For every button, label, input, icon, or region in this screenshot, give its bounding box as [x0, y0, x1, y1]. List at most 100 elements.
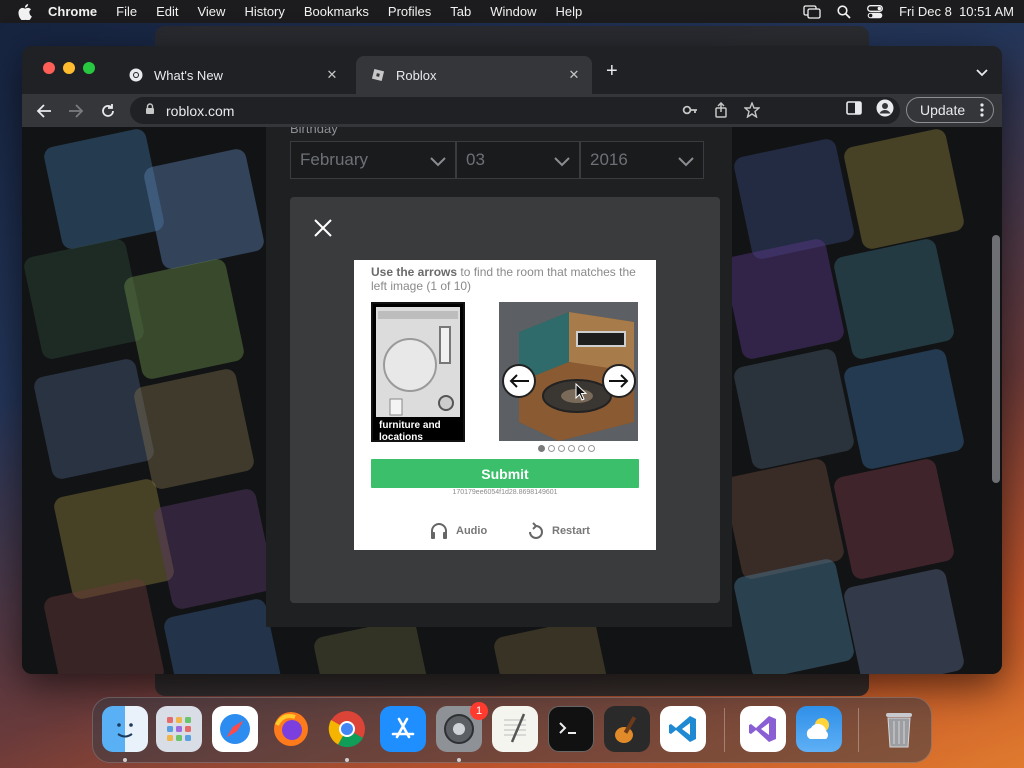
birthday-fields: February 03 2016	[290, 141, 704, 179]
menu-help[interactable]: Help	[556, 4, 583, 19]
vscode-icon[interactable]	[660, 706, 706, 752]
page-dot	[548, 445, 555, 452]
launchpad-icon[interactable]	[156, 706, 202, 752]
macos-dock: 1	[92, 697, 932, 763]
chevron-down-icon[interactable]	[976, 64, 988, 82]
site-info-icon[interactable]	[144, 102, 156, 120]
tab-roblox[interactable]: Roblox ✕	[356, 56, 592, 94]
back-arrow-icon[interactable]	[34, 101, 54, 121]
menu-profiles[interactable]: Profiles	[388, 4, 431, 19]
share-icon[interactable]	[714, 101, 728, 123]
restart-button[interactable]: Restart	[528, 522, 590, 540]
page-dot	[538, 445, 545, 452]
birth-year-value: 2016	[590, 150, 628, 169]
chevron-down-icon	[677, 153, 695, 173]
dock-separator	[724, 708, 725, 752]
profile-avatar-icon[interactable]	[876, 99, 894, 122]
chrome-icon	[128, 67, 144, 83]
restart-icon	[529, 522, 543, 539]
garageband-icon[interactable]	[604, 706, 650, 752]
textedit-icon[interactable]	[492, 706, 538, 752]
menubar-clock[interactable]: Fri Dec 8 10:51 AM	[899, 4, 1014, 19]
app-store-icon[interactable]	[380, 706, 426, 752]
menu-window[interactable]: Window	[490, 4, 536, 19]
zoom-window-button[interactable]	[83, 62, 95, 74]
menu-bookmarks[interactable]: Bookmarks	[304, 4, 369, 19]
running-indicator	[457, 758, 461, 762]
macos-menu-bar: Chrome File Edit View History Bookmarks …	[0, 0, 1024, 23]
web-page: Birthday February 03 2016 Use the arrows…	[22, 127, 1002, 674]
toolbar-right-icons	[846, 99, 894, 122]
tab-label: Roblox	[396, 67, 437, 83]
next-arrow-button[interactable]	[602, 364, 636, 398]
notification-badge: 1	[470, 702, 488, 720]
page-scrollbar[interactable]	[992, 235, 1000, 483]
update-chrome-button[interactable]: Update	[906, 97, 994, 123]
close-tab-icon[interactable]: ✕	[324, 67, 340, 83]
side-panel-icon[interactable]	[846, 101, 862, 120]
menu-history[interactable]: History	[244, 4, 284, 19]
close-window-button[interactable]	[43, 62, 55, 74]
submit-button[interactable]: Submit	[371, 459, 639, 488]
page-dot	[578, 445, 585, 452]
chrome-icon[interactable]	[324, 706, 370, 752]
window-controls	[43, 62, 95, 74]
page-indicator	[538, 445, 595, 452]
headphones-icon	[431, 523, 447, 539]
tab-label: What's New	[154, 67, 223, 83]
system-settings-icon[interactable]: 1	[436, 702, 488, 752]
page-dot	[558, 445, 565, 452]
birth-day-select[interactable]: 03	[456, 141, 580, 179]
audio-label: Audio	[456, 525, 488, 537]
reference-image: furniture and locations	[371, 302, 465, 443]
browser-toolbar: roblox.com Update	[22, 94, 1002, 127]
restart-label: Restart	[552, 525, 590, 537]
captcha-instructions: Use the arrows to find the room that mat…	[371, 265, 643, 293]
spotlight-search-icon[interactable]	[837, 4, 851, 19]
more-menu-icon[interactable]	[980, 102, 984, 121]
tab-strip: What's New ✕ Roblox ✕ +	[22, 46, 1002, 94]
address-bar[interactable]: roblox.com	[130, 97, 900, 124]
roblox-icon	[370, 67, 386, 83]
minimize-window-button[interactable]	[63, 62, 75, 74]
url-text[interactable]: roblox.com	[166, 103, 234, 119]
captcha-challenge: Use the arrows to find the room that mat…	[354, 260, 656, 550]
new-tab-icon[interactable]: +	[606, 61, 618, 81]
update-label: Update	[920, 102, 966, 118]
close-tab-icon[interactable]: ✕	[566, 67, 582, 83]
finder-icon[interactable]	[102, 706, 148, 752]
firefox-icon[interactable]	[268, 706, 314, 752]
birth-month-select[interactable]: February	[290, 141, 456, 179]
mouse-cursor-icon	[575, 382, 588, 406]
visual-studio-icon[interactable]	[740, 706, 786, 752]
reference-caption: furniture and locations	[379, 420, 441, 443]
menu-edit[interactable]: Edit	[156, 4, 178, 19]
forward-arrow-icon[interactable]	[66, 101, 86, 121]
chevron-down-icon	[553, 153, 571, 173]
birthday-label: Birthday	[290, 127, 338, 136]
bookmark-star-icon[interactable]	[743, 101, 761, 123]
chevron-down-icon	[429, 153, 447, 173]
instruction-bold: Use the arrows	[371, 265, 458, 279]
weather-icon[interactable]	[796, 706, 842, 752]
menu-tab[interactable]: Tab	[450, 4, 471, 19]
dock-separator	[858, 708, 859, 752]
password-key-icon[interactable]	[682, 103, 698, 122]
apple-icon[interactable]	[18, 3, 32, 20]
menu-view[interactable]: View	[197, 4, 225, 19]
birth-year-select[interactable]: 2016	[580, 141, 704, 179]
control-center-icon[interactable]	[867, 4, 884, 19]
safari-icon[interactable]	[212, 706, 258, 752]
birth-day-value: 03	[466, 150, 485, 169]
screen-mirroring-icon[interactable]	[803, 4, 821, 19]
trash-icon[interactable]	[876, 706, 922, 752]
audio-button[interactable]: Audio	[430, 522, 487, 540]
previous-arrow-button[interactable]	[502, 364, 536, 398]
tab-whats-new[interactable]: What's New ✕	[114, 56, 350, 94]
menu-app-name[interactable]: Chrome	[48, 4, 97, 19]
menu-file[interactable]: File	[116, 4, 137, 19]
reload-icon[interactable]	[98, 101, 118, 121]
terminal-icon[interactable]	[548, 706, 594, 752]
running-indicator	[123, 758, 127, 762]
close-icon[interactable]	[312, 217, 334, 239]
